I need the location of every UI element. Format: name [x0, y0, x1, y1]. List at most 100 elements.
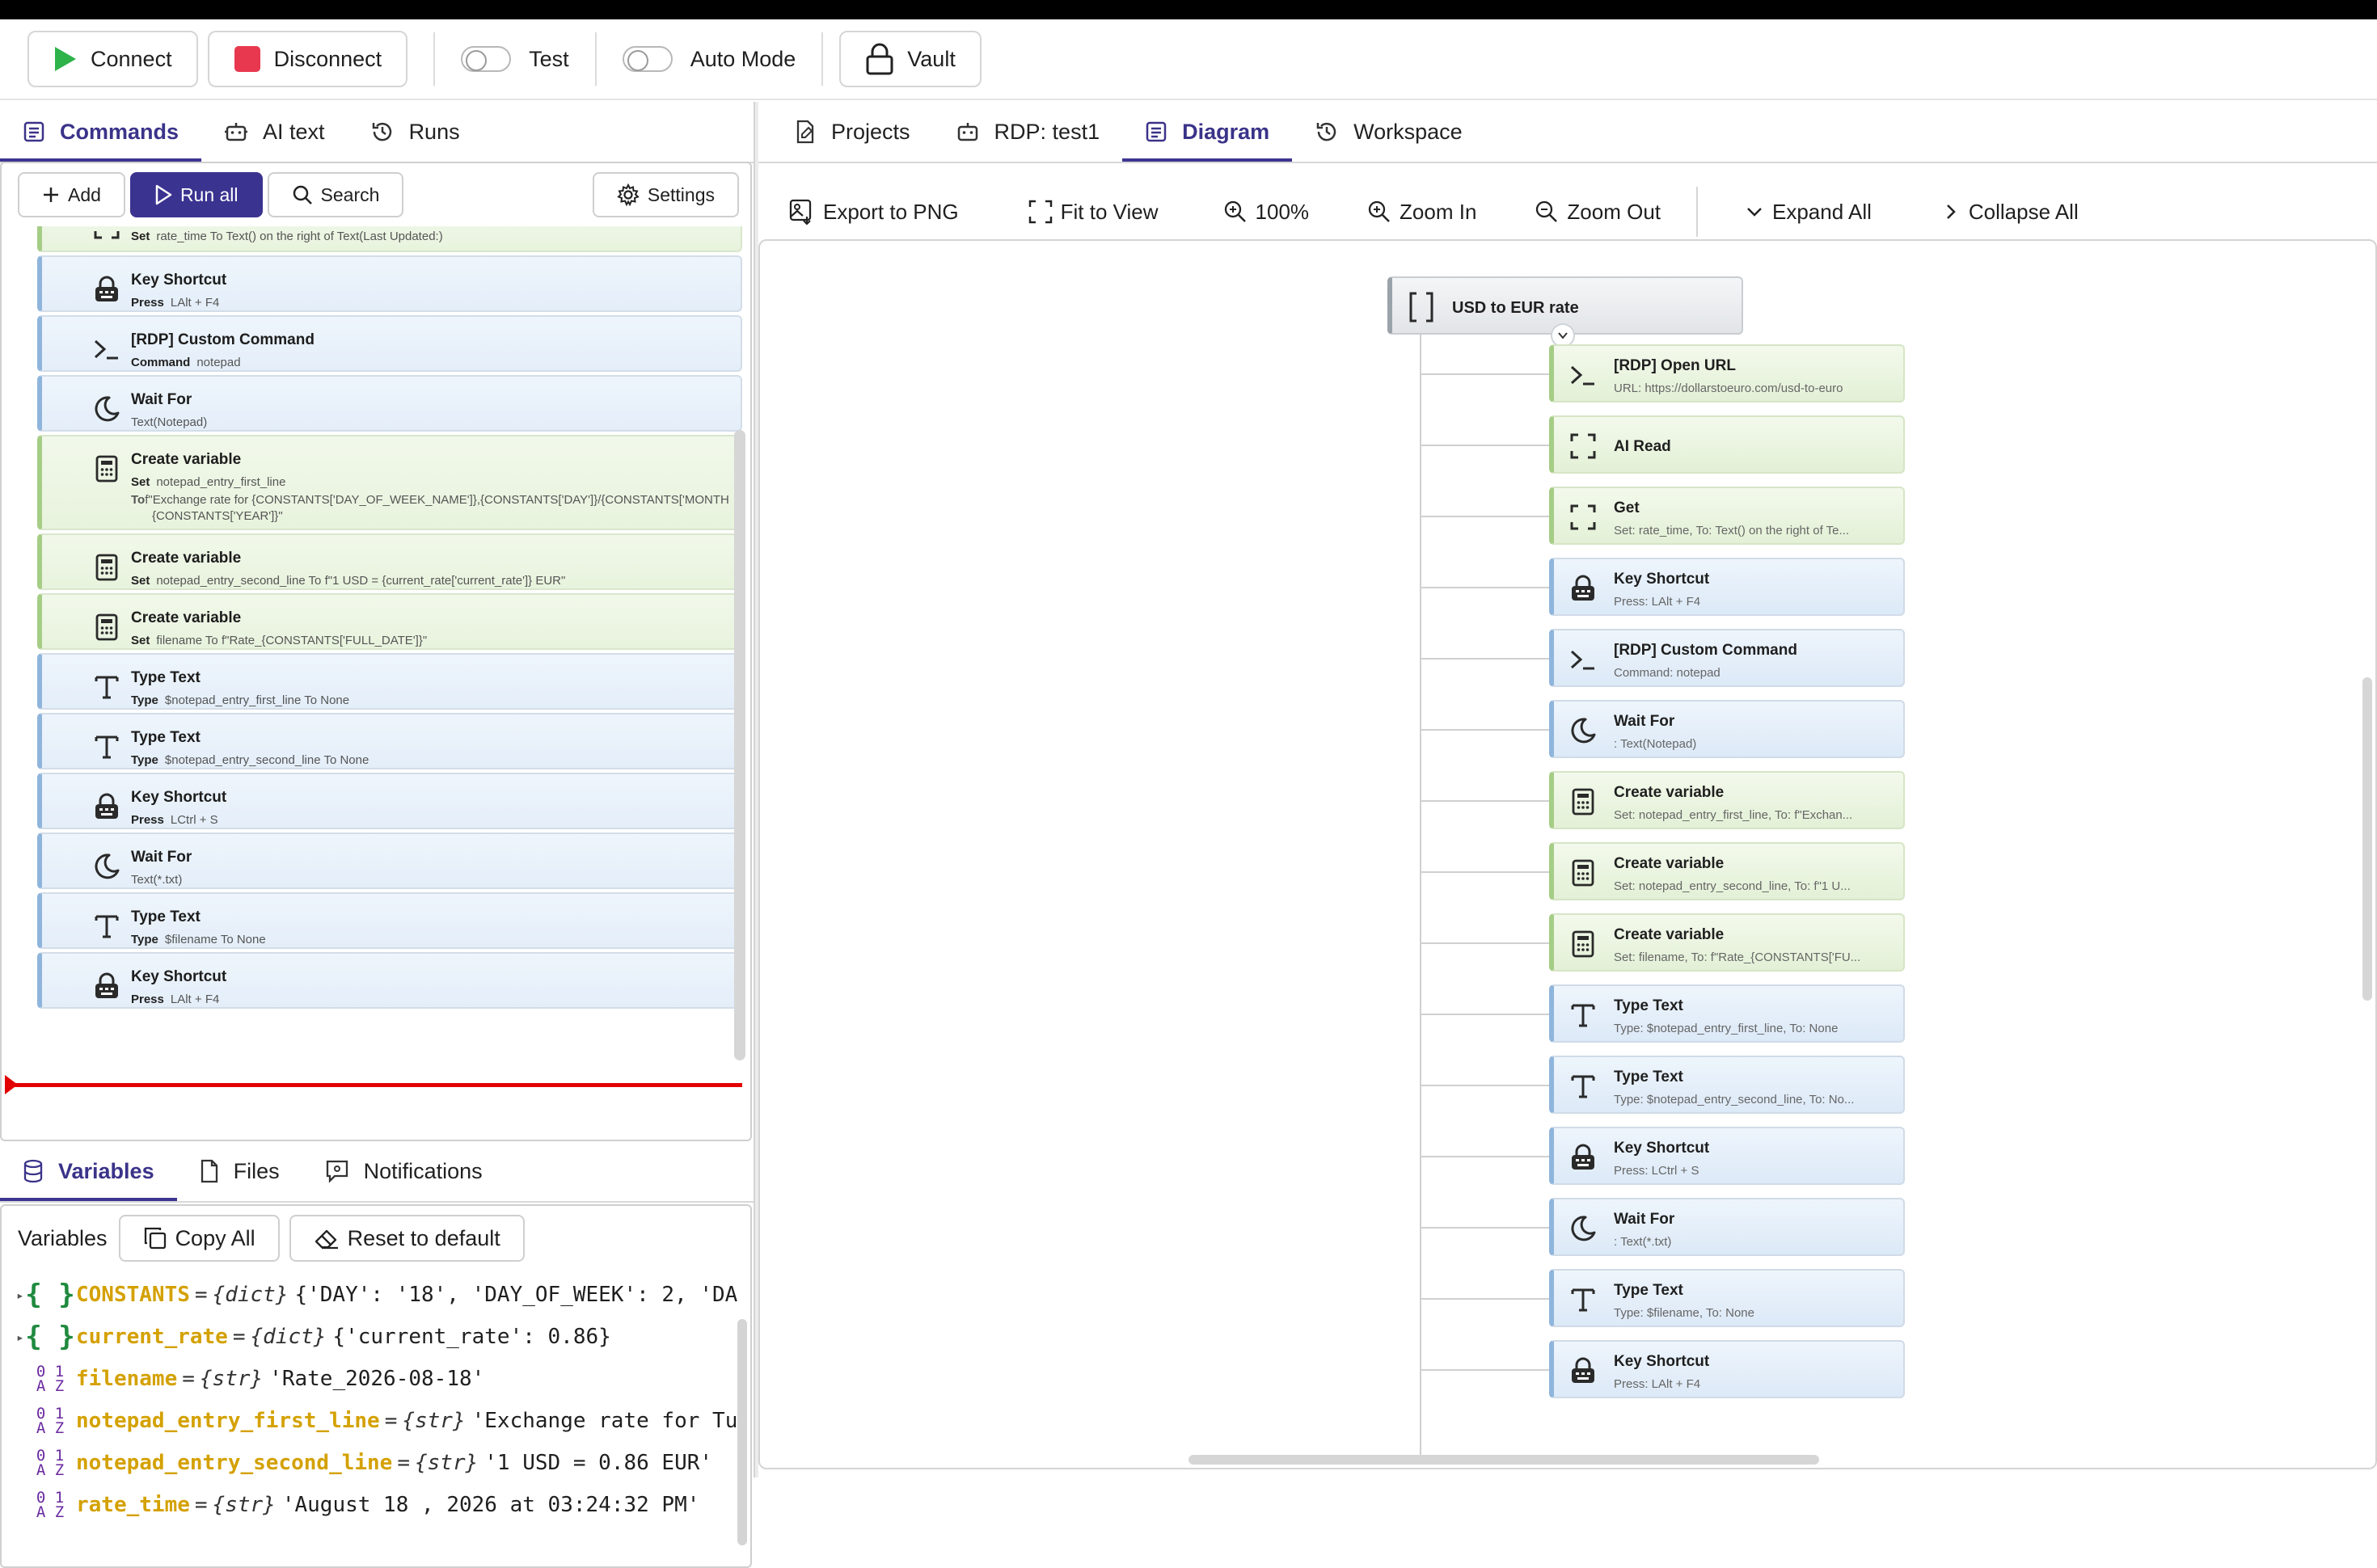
tab-files-label: Files: [233, 1158, 280, 1183]
variable-name: filename: [76, 1367, 178, 1391]
left-tabs: Commands AI text Runs: [0, 102, 754, 162]
command-item[interactable]: Type Text Type $notepad_entry_first_line T…: [37, 653, 742, 710]
copy-all-button[interactable]: Copy All: [118, 1215, 280, 1262]
diagram-node-description: Set: notepad_entry_second_line, To: f"1 …: [1614, 879, 1851, 893]
tab-runs[interactable]: Runs: [348, 102, 483, 162]
command-item[interactable]: Type Text Type $notepad_entry_second_line …: [37, 713, 742, 769]
diagram-node[interactable]: Create variable Set: filename, To: f"Rate…: [1549, 913, 1905, 972]
variable-row[interactable]: ▸{ } current_rate = {dict} {'current_rate': …: [16, 1316, 611, 1358]
command-param-key: Set: [131, 634, 150, 647]
diagram-node[interactable]: Get Set: rate_time, To: Text() on the rig…: [1549, 487, 1905, 545]
expand-all-button[interactable]: Expand All: [1725, 200, 1891, 225]
zoom-in-button[interactable]: Zoom In: [1348, 200, 1496, 225]
auto-mode-toggle[interactable]: Auto Mode: [622, 46, 796, 72]
tab-rdp-test1[interactable]: RDP: test1: [933, 102, 1123, 162]
diagram-node[interactable]: Wait For: Text(*.txt): [1549, 1198, 1905, 1256]
variable-row[interactable]: 0 1A Z filename = {str} 'Rate_2026-08-18': [16, 1358, 484, 1400]
diagram-node[interactable]: AI Read: [1549, 415, 1905, 474]
run-all-button[interactable]: Run all: [129, 172, 263, 217]
diagram-node[interactable]: [RDP] Custom Command Command: notepad: [1549, 629, 1905, 687]
diagram-node[interactable]: Create variable Set: notepad_entry_second…: [1549, 842, 1905, 900]
diagram-vscrollbar[interactable]: [2362, 677, 2372, 1001]
diagram-node[interactable]: [RDP] Open URL URL: https://dollarstoeuro…: [1549, 344, 1905, 403]
command-item[interactable]: Wait For Text(Notepad): [37, 375, 742, 432]
command-title: Type Text: [131, 729, 201, 746]
diagram-canvas[interactable]: USD to EUR rate [RDP] Open URL URL: https…: [758, 239, 2377, 1469]
command-param-key: Set: [131, 574, 150, 588]
connect-button[interactable]: Connect: [27, 31, 198, 87]
tab-variables-label: Variables: [58, 1158, 154, 1183]
connect-label: Connect: [91, 46, 172, 71]
vault-button[interactable]: Vault: [839, 31, 982, 87]
play-outline-icon: [154, 184, 172, 205]
command-param-key: Press: [131, 813, 164, 827]
tab-workspace[interactable]: Workspace: [1292, 102, 1485, 162]
tab-notifications[interactable]: Notifications: [302, 1141, 505, 1201]
variable-type: {str}: [212, 1493, 276, 1517]
variable-type: {str}: [415, 1451, 479, 1475]
diagram-node[interactable]: Type Text Type: $notepad_entry_first_line…: [1549, 984, 1905, 1043]
export-png-button[interactable]: Export to PNG: [770, 199, 978, 225]
variable-name: notepad_entry_second_line: [76, 1451, 393, 1475]
diagram-node[interactable]: Type Text Type: $filename, To: None: [1549, 1269, 1905, 1327]
test-switch[interactable]: [461, 46, 512, 72]
commands-scrollbar[interactable]: [734, 430, 745, 1060]
command-item[interactable]: Key Shortcut Press LAlt + F4: [37, 952, 742, 1009]
diagram-node[interactable]: Key Shortcut Press: LAlt + F4: [1549, 558, 1905, 616]
fit-to-view-button[interactable]: Fit to View: [1009, 200, 1178, 225]
tree-branch: [1420, 587, 1565, 588]
settings-button[interactable]: Settings: [592, 172, 739, 217]
toolbar-divider: [1696, 187, 1698, 237]
add-button[interactable]: Add: [18, 172, 125, 217]
tab-projects-label: Projects: [831, 119, 910, 144]
command-description: Set rate_time To Text() on the right of T…: [131, 230, 443, 243]
zoom-level-button[interactable]: 100%: [1204, 200, 1329, 225]
diagram-node[interactable]: Key Shortcut Press: LCtrl + S: [1549, 1127, 1905, 1185]
vault-label: Vault: [907, 46, 956, 71]
tree-branch: [1420, 516, 1565, 517]
zoom-out-button[interactable]: Zoom Out: [1515, 200, 1680, 225]
tab-ai-text[interactable]: AI text: [201, 102, 348, 162]
tab-diagram[interactable]: Diagram: [1122, 102, 1293, 162]
diagram-node[interactable]: Create variable Set: notepad_entry_first_…: [1549, 771, 1905, 829]
variable-row[interactable]: 0 1A Z notepad_entry_first_line = {str} 'Exc…: [16, 1400, 737, 1442]
fit-frame-icon: [1028, 200, 1053, 224]
command-item[interactable]: [RDP] Custom Command Command notepad: [37, 315, 742, 372]
diagram-node[interactable]: Type Text Type: $notepad_entry_second_lin…: [1549, 1056, 1905, 1114]
disconnect-button[interactable]: Disconnect: [207, 31, 408, 87]
diagram-node-title: Wait For: [1614, 1211, 1675, 1228]
zoom-in-label: Zoom In: [1400, 199, 1477, 224]
fit-to-view-label: Fit to View: [1060, 199, 1159, 224]
tab-projects[interactable]: Projects: [773, 102, 933, 162]
command-title: [RDP] Custom Command: [131, 331, 315, 348]
command-item[interactable]: Key Shortcut Press LCtrl + S: [37, 773, 742, 829]
variable-row[interactable]: ▸{ } CONSTANTS = {dict} {'DAY': '18', 'DAY_O…: [16, 1274, 737, 1316]
tab-commands[interactable]: Commands: [0, 102, 202, 162]
tree-branch: [1420, 445, 1565, 446]
command-item[interactable]: Create variable Set notepad_entry_first_li…: [37, 435, 742, 530]
diagram-node[interactable]: Wait For: Text(Notepad): [1549, 700, 1905, 758]
reset-to-default-button[interactable]: Reset to default: [289, 1215, 525, 1262]
tree-branch: [1420, 1085, 1565, 1086]
collapse-all-button[interactable]: Collapse All: [1922, 200, 2098, 225]
diagram-hscrollbar[interactable]: [1188, 1455, 1819, 1465]
tree-branch: [1420, 1156, 1565, 1157]
command-item[interactable]: Wait For Text(*.txt): [37, 832, 742, 889]
command-item[interactable]: Create variable Set filename To f"Rate_{CO…: [37, 593, 742, 650]
command-item[interactable]: Type Text Type $filename To None: [37, 892, 742, 949]
tab-files[interactable]: Files: [177, 1141, 302, 1201]
auto-mode-switch[interactable]: [622, 46, 673, 72]
command-item[interactable]: GetSetrate_time To Text() on the right o…: [37, 226, 742, 252]
file-icon: [200, 1159, 219, 1183]
variables-scrollbar[interactable]: [737, 1319, 747, 1545]
test-toggle[interactable]: Test: [461, 46, 569, 72]
variable-value: 'August 18 , 2026 at 03:24:32 PM': [281, 1493, 700, 1517]
variable-row[interactable]: 0 1A Z notepad_entry_second_line = {str} '1 …: [16, 1442, 712, 1484]
variable-row[interactable]: 0 1A Z rate_time = {str} 'August 18 , 2026 a…: [16, 1484, 700, 1526]
search-button[interactable]: Search: [267, 172, 404, 217]
command-item[interactable]: Create variable Set notepad_entry_second_l…: [37, 533, 742, 590]
tab-variables[interactable]: Variables: [0, 1141, 177, 1201]
diagram-node[interactable]: Key Shortcut Press: LAlt + F4: [1549, 1340, 1905, 1398]
command-item[interactable]: Key Shortcut Press LAlt + F4: [37, 255, 742, 312]
right-tabs: Projects RDP: test1 Diagram Workspace: [758, 102, 2377, 162]
